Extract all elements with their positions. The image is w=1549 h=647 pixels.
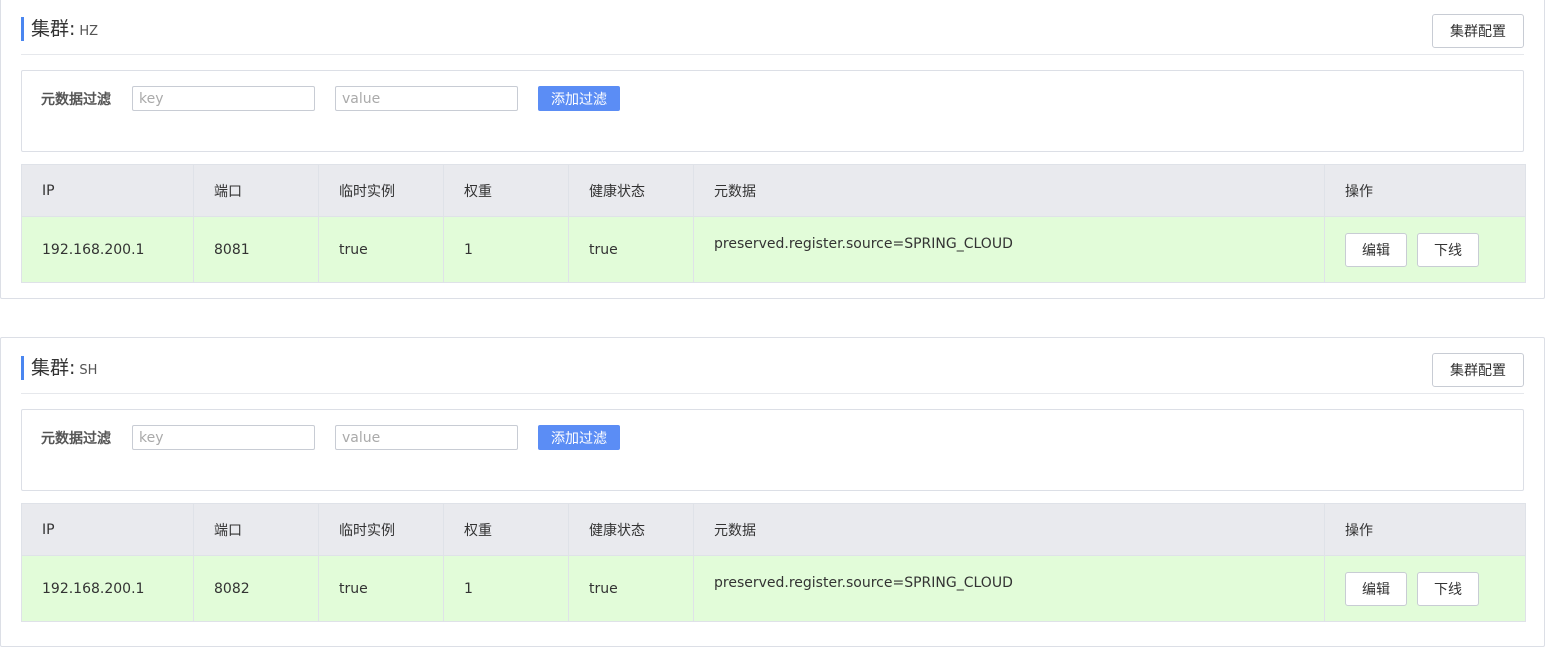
instance-table: IP 端口 临时实例 权重 健康状态 元数据 操作 192.168.200.1 … xyxy=(21,503,1526,622)
cluster-name: SH xyxy=(79,363,98,378)
cell-metadata: preserved.register.source=SPRING_CLOUD xyxy=(693,555,1325,622)
instance-table: IP 端口 临时实例 权重 健康状态 元数据 操作 192.168.200.1 … xyxy=(21,164,1526,283)
column-header-port: 端口 xyxy=(193,503,319,556)
cluster-name: HZ xyxy=(79,24,99,39)
metadata-filter-label: 元数据过滤 xyxy=(41,92,111,108)
column-header-port: 端口 xyxy=(193,164,319,217)
filter-value-input[interactable] xyxy=(335,86,518,111)
cell-port: 8082 xyxy=(193,555,319,622)
cluster-config-button[interactable]: 集群配置 xyxy=(1432,353,1524,387)
column-header-health: 健康状态 xyxy=(568,164,694,217)
cell-metadata: preserved.register.source=SPRING_CLOUD xyxy=(693,216,1325,283)
cluster-title: 集群: HZ xyxy=(21,17,98,41)
cell-healthy: true xyxy=(568,555,694,622)
divider xyxy=(21,54,1524,55)
table-row: 192.168.200.1 8082 true 1 true preserved… xyxy=(21,555,1526,622)
add-filter-button[interactable]: 添加过滤 xyxy=(538,425,620,450)
cluster-config-button[interactable]: 集群配置 xyxy=(1432,14,1524,48)
edit-button[interactable]: 编辑 xyxy=(1345,571,1407,606)
metadata-filter-box: 元数据过滤 添加过滤 xyxy=(21,409,1524,491)
divider xyxy=(21,393,1524,394)
metadata-filter-label: 元数据过滤 xyxy=(41,431,111,447)
column-header-metadata: 元数据 xyxy=(693,503,1325,556)
column-header-health: 健康状态 xyxy=(568,503,694,556)
cluster-title: 集群: SH xyxy=(21,356,97,380)
column-header-ephemeral: 临时实例 xyxy=(318,503,444,556)
cluster-label: 集群: xyxy=(31,18,76,40)
table-row: 192.168.200.1 8081 true 1 true preserved… xyxy=(21,216,1526,283)
column-header-ephemeral: 临时实例 xyxy=(318,164,444,217)
table-header-row: IP 端口 临时实例 权重 健康状态 元数据 操作 xyxy=(21,503,1526,556)
column-header-actions: 操作 xyxy=(1324,503,1526,556)
cell-port: 8081 xyxy=(193,216,319,283)
column-header-weight: 权重 xyxy=(443,503,569,556)
cluster-panel-hz: 集群: HZ 集群配置 元数据过滤 添加过滤 IP 端口 临时实例 权重 健康状… xyxy=(0,0,1545,299)
cell-ephemeral: true xyxy=(318,555,444,622)
cell-actions: 编辑 下线 xyxy=(1324,216,1526,283)
cluster-panel-sh: 集群: SH 集群配置 元数据过滤 添加过滤 IP 端口 临时实例 权重 健康状… xyxy=(0,337,1545,647)
column-header-ip: IP xyxy=(21,503,194,556)
filter-key-input[interactable] xyxy=(132,425,315,450)
column-header-actions: 操作 xyxy=(1324,164,1526,217)
offline-button[interactable]: 下线 xyxy=(1417,232,1479,267)
cell-weight: 1 xyxy=(443,555,569,622)
cell-healthy: true xyxy=(568,216,694,283)
metadata-filter-box: 元数据过滤 添加过滤 xyxy=(21,70,1524,152)
offline-button[interactable]: 下线 xyxy=(1417,571,1479,606)
table-header-row: IP 端口 临时实例 权重 健康状态 元数据 操作 xyxy=(21,164,1526,217)
cell-ip: 192.168.200.1 xyxy=(21,216,194,283)
cluster-label: 集群: xyxy=(31,357,76,379)
column-header-ip: IP xyxy=(21,164,194,217)
add-filter-button[interactable]: 添加过滤 xyxy=(538,86,620,111)
cell-weight: 1 xyxy=(443,216,569,283)
filter-key-input[interactable] xyxy=(132,86,315,111)
cell-ip: 192.168.200.1 xyxy=(21,555,194,622)
cell-actions: 编辑 下线 xyxy=(1324,555,1526,622)
filter-value-input[interactable] xyxy=(335,425,518,450)
column-header-weight: 权重 xyxy=(443,164,569,217)
edit-button[interactable]: 编辑 xyxy=(1345,232,1407,267)
column-header-metadata: 元数据 xyxy=(693,164,1325,217)
cell-ephemeral: true xyxy=(318,216,444,283)
